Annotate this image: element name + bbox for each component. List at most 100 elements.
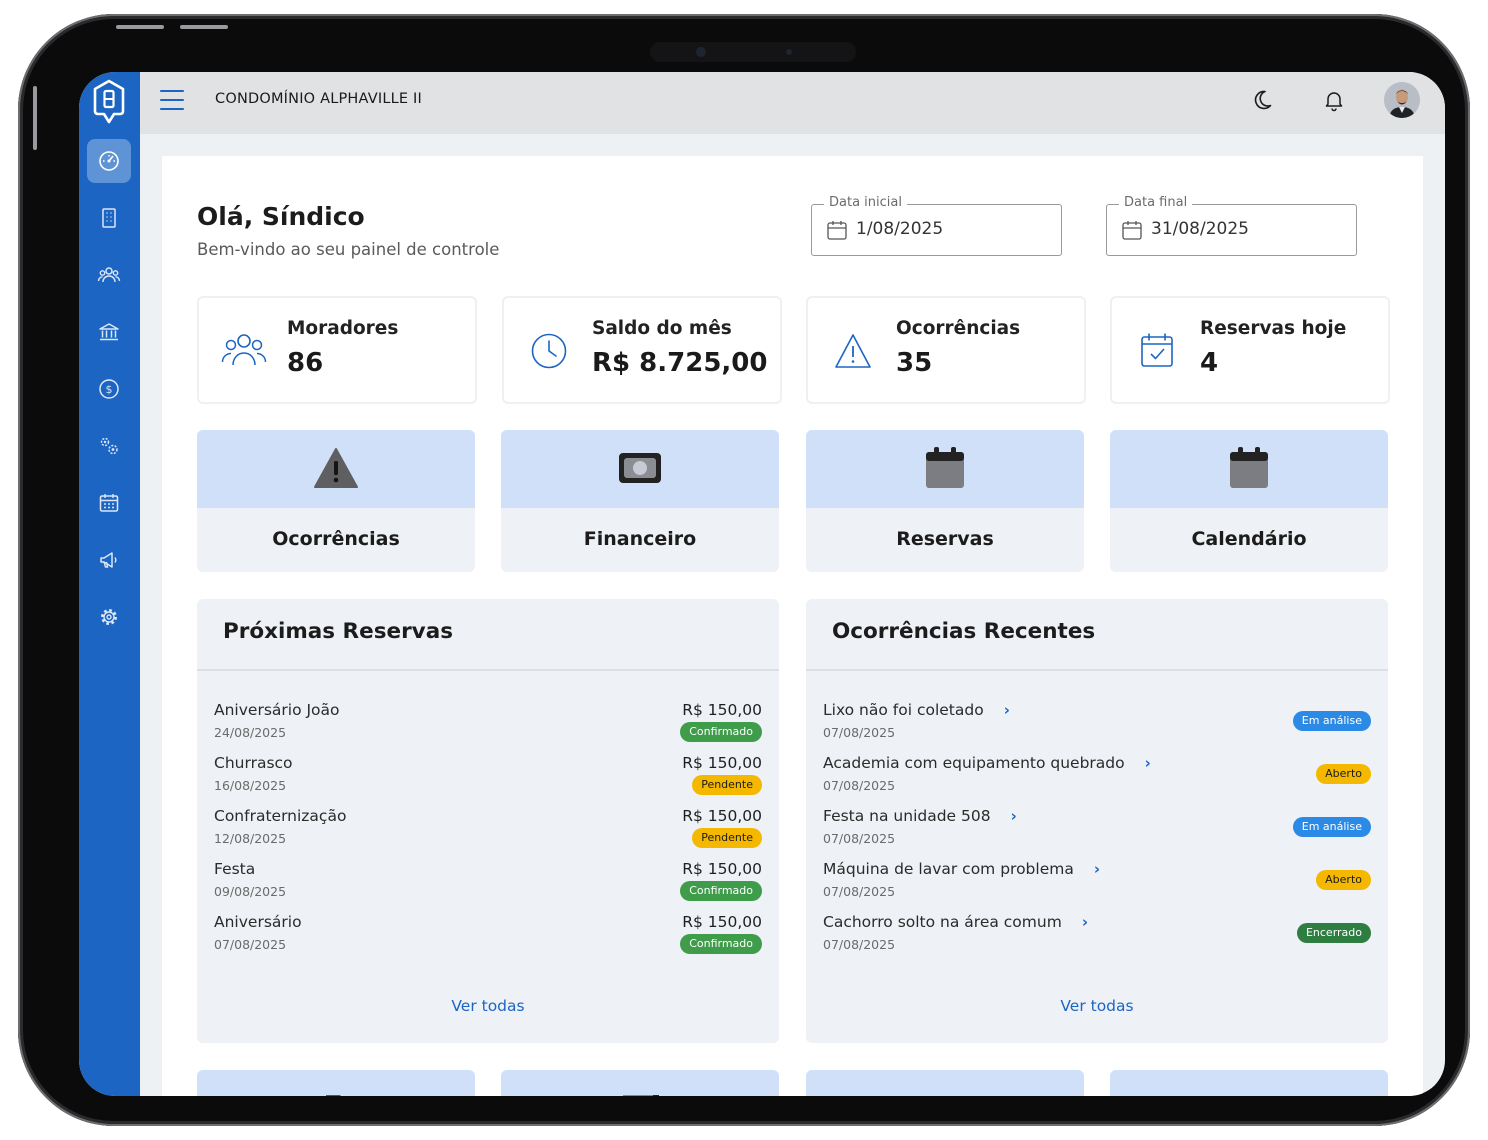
quick-action-financeiro[interactable]: Financeiro [501, 430, 779, 572]
list-item[interactable]: Festa 09/08/2025 R$ 150,00 Confirmado [214, 860, 762, 910]
reserva-amount: R$ 150,00 [682, 913, 762, 931]
ocorrencia-date: 07/08/2025 [823, 937, 896, 952]
date-start-value: 1/08/2025 [856, 219, 944, 239]
quick-action-documents[interactable] [501, 1070, 779, 1096]
calendar-icon [1122, 221, 1142, 240]
moon-icon[interactable] [1250, 88, 1274, 112]
status-badge: Confirmado [680, 934, 762, 954]
list-item[interactable]: Festa na unidade 508 › 07/08/2025 Em anál… [823, 807, 1371, 857]
sidebar-item-users[interactable] [87, 253, 131, 297]
sidebar-item-announcements[interactable] [87, 538, 131, 582]
status-badge: Confirmado [680, 722, 762, 742]
quick-action-label: Ocorrências [272, 528, 400, 550]
date-end-value: 31/08/2025 [1151, 219, 1249, 239]
condo-logo-icon [93, 79, 125, 124]
sidebar-item-finance[interactable]: $ [87, 367, 131, 411]
clock-icon [531, 333, 567, 369]
bell-icon[interactable] [1322, 88, 1346, 112]
sidebar-item-dashboard[interactable] [87, 139, 131, 183]
ver-todas-reservas-link[interactable]: Ver todas [197, 997, 779, 1015]
page-title: Olá, Síndico [197, 202, 365, 231]
dashboard-icon [99, 151, 119, 171]
list-item[interactable]: Aniversário João 24/08/2025 R$ 150,00 Co… [214, 701, 762, 751]
quick-action-tag[interactable] [197, 1070, 475, 1096]
stat-label: Ocorrências [896, 318, 1021, 339]
reservas-panel: Próximas Reservas Aniversário João 24/08… [197, 599, 779, 1043]
sidebar-item-settings[interactable] [87, 595, 131, 639]
users-icon [97, 267, 121, 283]
chevron-right-icon[interactable]: › [1004, 701, 1010, 719]
status-badge: Confirmado [680, 881, 762, 901]
panel-title: Próximas Reservas [223, 619, 454, 644]
ver-todas-ocorrencias-link[interactable]: Ver todas [806, 997, 1388, 1015]
sidebar-item-bank[interactable] [87, 310, 131, 354]
screen: $ CONDOMÍNIO ALPHAVILLE II Olá, Síndico … [79, 72, 1445, 1096]
reserva-amount: R$ 150,00 [682, 701, 762, 719]
reserva-date: 12/08/2025 [214, 831, 287, 846]
ocorrencia-title: Festa na unidade 508 › [823, 807, 1017, 825]
avatar[interactable] [1384, 82, 1420, 118]
dollar-icon: $ [99, 379, 119, 399]
chevron-right-icon[interactable]: › [1011, 807, 1017, 825]
quick-action-label: Calendário [1191, 528, 1307, 550]
quick-action-calendario[interactable]: Calendário [1110, 430, 1388, 572]
warning-icon [835, 334, 871, 368]
bank-icon [99, 323, 119, 341]
ocorrencia-name: Academia com equipamento quebrado [823, 754, 1125, 772]
sensor-icon [786, 49, 792, 55]
ocorrencia-title: Lixo não foi coletado › [823, 701, 1010, 719]
calendar-grid-icon [99, 494, 119, 512]
list-item[interactable]: Confraternização 12/08/2025 R$ 150,00 Pe… [214, 807, 762, 857]
stat-label: Reservas hoje [1200, 318, 1347, 339]
list-item[interactable]: Aniversário 07/08/2025 R$ 150,00 Confirm… [214, 913, 762, 963]
gears-icon [100, 437, 118, 455]
reserva-date: 07/08/2025 [214, 937, 287, 952]
list-item[interactable]: Churrasco 16/08/2025 R$ 150,00 Pendente [214, 754, 762, 804]
quick-action-reservas[interactable]: Reservas [806, 430, 1084, 572]
quick-action-label: Financeiro [583, 528, 697, 550]
sidebar-item-calendar[interactable] [87, 481, 131, 525]
ocorrencia-name: Lixo não foi coletado [823, 701, 984, 719]
quick-action-home[interactable] [806, 1070, 1084, 1096]
reserva-name: Confraternização [214, 807, 347, 825]
reserva-name: Aniversário João [214, 701, 340, 719]
camera-bar [650, 42, 856, 62]
tag-icon [326, 1095, 341, 1096]
ocorrencia-date: 07/08/2025 [823, 884, 896, 899]
dashboard-card: Olá, Síndico Bem-vindo ao seu painel de … [162, 156, 1423, 1096]
list-item[interactable]: Academia com equipamento quebrado › 07/08… [823, 754, 1371, 804]
chevron-right-icon[interactable]: › [1094, 860, 1100, 878]
reserva-name: Churrasco [214, 754, 293, 772]
ocorrencia-date: 07/08/2025 [823, 725, 896, 740]
building-icon [102, 208, 116, 228]
stat-card-saldo: Saldo do mês R$ 8.725,00 [502, 296, 782, 404]
ocorrencia-title: Academia com equipamento quebrado › [823, 754, 1151, 772]
date-start-field[interactable]: Data inicial 1/08/2025 [811, 195, 1062, 256]
list-item[interactable]: Lixo não foi coletado › 07/08/2025 Em aná… [823, 701, 1371, 751]
chevron-right-icon[interactable]: › [1082, 913, 1088, 931]
quick-action-ocorrencias[interactable]: Ocorrências [197, 430, 475, 572]
page-subtitle: Bem-vindo ao seu painel de controle [197, 240, 500, 259]
reserva-date: 24/08/2025 [214, 725, 287, 740]
quick-action-people[interactable] [1110, 1070, 1388, 1096]
stat-label: Saldo do mês [592, 318, 732, 339]
sidebar: $ [79, 72, 140, 1096]
settings-icon [101, 609, 117, 625]
top-bar: CONDOMÍNIO ALPHAVILLE II [140, 72, 1445, 134]
list-item[interactable]: Cachorro solto na área comum › 07/08/2025… [823, 913, 1371, 963]
ocorrencia-name: Festa na unidade 508 [823, 807, 991, 825]
sidebar-item-services[interactable] [87, 424, 131, 468]
chevron-right-icon[interactable]: › [1145, 754, 1151, 772]
date-end-field[interactable]: Data final 31/08/2025 [1106, 195, 1357, 256]
reserva-amount: R$ 150,00 [682, 754, 762, 772]
ocorrencia-name: Cachorro solto na área comum [823, 913, 1062, 931]
list-item[interactable]: Máquina de lavar com problema › 07/08/202… [823, 860, 1371, 910]
menu-icon[interactable] [160, 90, 184, 110]
sidebar-item-building[interactable] [87, 196, 131, 240]
people-icon [1229, 1087, 1269, 1096]
calendar-check-icon [1141, 333, 1173, 367]
status-badge: Em análise [1292, 711, 1371, 731]
stat-value: R$ 8.725,00 [592, 348, 768, 378]
device-button [116, 25, 164, 29]
calendar-icon [926, 447, 964, 488]
